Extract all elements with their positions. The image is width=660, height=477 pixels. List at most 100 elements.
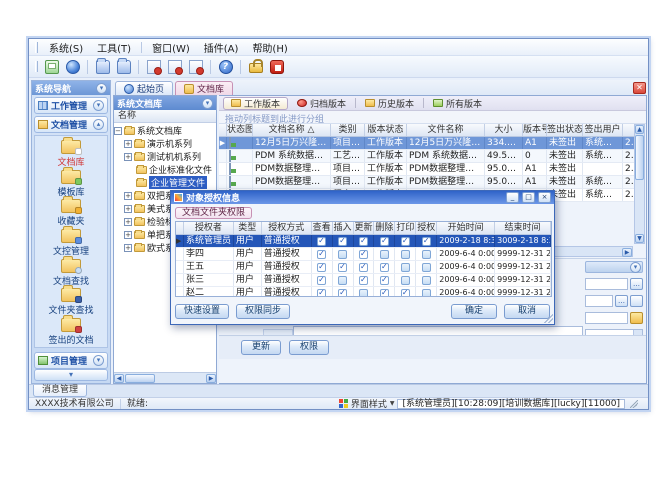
permission-checkbox[interactable]	[359, 250, 368, 259]
version-tab-归档版本[interactable]: 归档版本	[290, 97, 353, 110]
tab-start-page[interactable]: 起始页	[115, 81, 173, 95]
tab-document-library[interactable]: 文档库	[175, 81, 233, 95]
sidebar-pin-button[interactable]: ▾	[96, 83, 107, 94]
tree-pin-button[interactable]: ▾	[202, 98, 213, 109]
sidebar-group-work[interactable]: 工作管理 ▾	[34, 97, 108, 114]
message-management-tab[interactable]: 消息管理	[33, 385, 87, 397]
tree-node-演示机系列[interactable]: +演示机系列	[114, 137, 216, 150]
column-header-大小[interactable]: 大小	[485, 124, 523, 136]
group-project-expand-button[interactable]: ▾	[93, 355, 104, 366]
menu-item[interactable]: 系统(S)	[43, 39, 89, 56]
group-doc-collapse-button[interactable]: ▴	[93, 119, 104, 130]
tree-name-column-header[interactable]: 名称	[114, 110, 216, 123]
toolbar-grip[interactable]	[35, 61, 38, 72]
sidebar-more-button[interactable]: ▾	[34, 369, 108, 381]
tree-horizontal-scrollbar[interactable]: ◀ ▶	[114, 372, 216, 383]
column-header-版本状态[interactable]: 版本状态	[365, 124, 407, 136]
permission-checkbox[interactable]	[359, 237, 368, 246]
permission-checkbox[interactable]	[380, 250, 389, 259]
perm-column-header-开始时间[interactable]: 开始时间	[437, 222, 495, 234]
column-header-状态图[interactable]: 状态图	[227, 124, 253, 136]
toolbar-button-exit[interactable]	[267, 58, 286, 76]
permission-checkbox[interactable]	[380, 276, 389, 285]
table-row[interactable]: PDM 系统数据整理检...工艺文档工作版本PDM 系统数据整理...49.50…	[219, 150, 635, 163]
permission-row[interactable]: 王五用户普通授权2009-6-4 0:00:009999-12-31 23:59…	[176, 261, 551, 274]
menu-item[interactable]: 帮助(H)	[246, 39, 293, 56]
permission-button[interactable]: 权限	[289, 340, 329, 355]
permission-checkbox[interactable]	[359, 276, 368, 285]
permission-checkbox[interactable]	[338, 263, 347, 272]
permission-checkbox[interactable]	[401, 289, 410, 298]
style-label[interactable]: 界面样式	[351, 397, 387, 410]
perm-column-header-授权方式[interactable]: 授权方式	[262, 222, 312, 234]
sidebar-item-文档查找[interactable]: 文档查找	[35, 258, 107, 288]
perm-column-header-授权[interactable]: 授权	[416, 222, 437, 234]
permission-checkbox[interactable]	[338, 289, 347, 298]
permission-checkbox[interactable]	[359, 263, 368, 272]
permission-checkbox[interactable]	[401, 276, 410, 285]
menu-item[interactable]: 窗口(W)	[146, 39, 196, 56]
table-row[interactable]: ▶12月5日万兴隆周行...项目文档工作版本12月5日万兴隆周行...334.0…	[219, 137, 635, 150]
tree-scroll-right-icon[interactable]: ▶	[206, 374, 216, 383]
column-header-签出状态[interactable]: 签出状态	[547, 124, 583, 136]
expand-icon[interactable]: +	[124, 231, 132, 239]
update-button[interactable]: 更新	[241, 340, 281, 355]
permission-row[interactable]: 李四用户普通授权2009-6-4 0:00:009999-12-31 23:59…	[176, 248, 551, 261]
dialog-minimize-button[interactable]: _	[506, 192, 519, 203]
perm-column-header-查看[interactable]: 查看	[312, 222, 333, 234]
collapse-icon[interactable]: −	[114, 127, 122, 135]
version-tab-工作版本[interactable]: 工作版本	[223, 97, 288, 110]
perm-column-header-indicator[interactable]	[176, 222, 184, 234]
permission-checkbox[interactable]	[338, 237, 347, 246]
perm-column-header-删除[interactable]: 删除	[374, 222, 395, 234]
permission-checkbox[interactable]	[422, 263, 431, 272]
column-header-版本号[interactable]: 版本号	[523, 124, 547, 136]
sidebar-item-收藏夹[interactable]: 收藏夹	[35, 198, 107, 228]
permission-checkbox[interactable]	[422, 237, 431, 246]
properties-collapse-button[interactable]: ▾	[630, 262, 641, 273]
doc-table-vertical-scrollbar[interactable]: ▲ ▼	[634, 124, 645, 244]
column-header-签出用户[interactable]: 签出用户	[583, 124, 623, 136]
tree-node-测试机机系列[interactable]: +测试机机系列	[114, 150, 216, 163]
permission-checkbox[interactable]	[401, 263, 410, 272]
resize-grip-icon[interactable]	[630, 400, 638, 408]
column-header-类别[interactable]: 类别	[331, 124, 365, 136]
column-header-文档名称[interactable]: 文档名称 △	[253, 124, 331, 136]
ellipsis-button-2[interactable]: …	[615, 295, 628, 307]
sidebar-item-模板库[interactable]: 模板库	[35, 169, 107, 199]
toolbar-button-globe[interactable]	[63, 58, 82, 76]
perm-column-header-更新[interactable]: 更新	[354, 222, 375, 234]
expand-icon[interactable]: +	[124, 218, 132, 226]
dialog-tab-folder-permissions[interactable]: 文档文件夹权限	[175, 207, 252, 219]
tree-node-企业管理文件[interactable]: 企业管理文件	[114, 176, 216, 189]
table-row[interactable]: PDM数据整理方案.doc项目文档工作版本PDM数据整理方案.doc95.00K…	[219, 163, 635, 176]
toolbar-button-sync-monitor[interactable]	[42, 58, 61, 76]
dialog-maximize-button[interactable]: □	[522, 192, 535, 203]
expand-icon[interactable]: +	[124, 205, 132, 213]
style-dropdown-icon[interactable]: ▼	[390, 400, 395, 407]
expand-icon[interactable]: +	[124, 192, 132, 200]
toolbar-button-folder-view[interactable]	[114, 58, 133, 76]
column-header-文件名称[interactable]: 文件名称	[407, 124, 485, 136]
permission-checkbox[interactable]	[401, 237, 410, 246]
permission-checkbox[interactable]	[317, 237, 326, 246]
version-tab-历史版本[interactable]: 历史版本	[358, 97, 421, 110]
perm-column-header-打印[interactable]: 打印	[395, 222, 416, 234]
perm-column-header-结束时间[interactable]: 结束时间	[495, 222, 551, 234]
ellipsis-button-1[interactable]: …	[630, 278, 643, 290]
expand-icon[interactable]: +	[124, 244, 132, 252]
vertical-scroll-thumb[interactable]	[635, 135, 644, 180]
folder-add-button[interactable]	[630, 312, 643, 324]
permission-row[interactable]: ▶系统管理员用户普通授权2009-2-18 8:35:573009-2-18 8…	[176, 235, 551, 248]
permission-row[interactable]: 张三用户普通授权2009-6-4 0:00:009999-12-31 23:59…	[176, 274, 551, 287]
perm-column-header-授权者[interactable]: 授权者	[184, 222, 234, 234]
toolbar-button-folder-open[interactable]	[93, 58, 112, 76]
table-row[interactable]: PDM数据整理方案2.doc项目文档工作版本PDM数据整理方案2.doc95.0…	[219, 176, 635, 189]
menubar-grip[interactable]	[35, 42, 38, 53]
permission-checkbox[interactable]	[422, 276, 431, 285]
sidebar-item-签出的文档[interactable]: 签出的文档	[35, 317, 107, 347]
menu-item[interactable]: 工具(T)	[91, 39, 137, 56]
permission-checkbox[interactable]	[338, 276, 347, 285]
toolbar-button-mail-open[interactable]	[165, 58, 184, 76]
sidebar-item-文件夹查找[interactable]: 文件夹查找	[35, 288, 107, 318]
